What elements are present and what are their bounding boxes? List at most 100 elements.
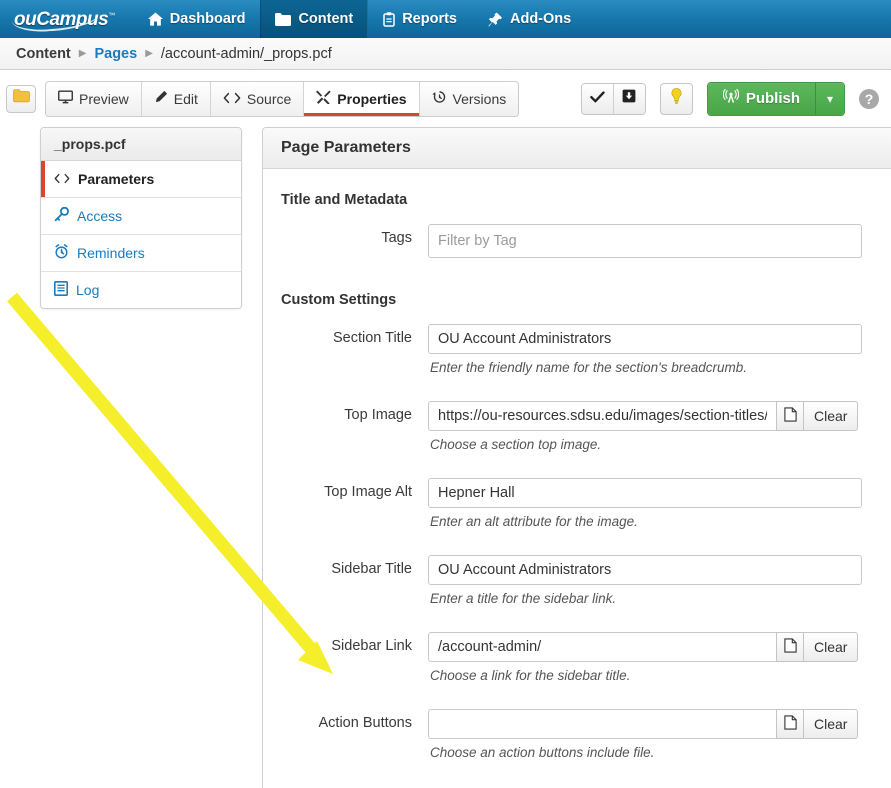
tags-input[interactable]: [428, 224, 862, 258]
page-title: Page Parameters: [263, 128, 891, 169]
clock-icon: [431, 90, 447, 107]
action-buttons-clear-button[interactable]: Clear: [804, 709, 859, 739]
approve-button[interactable]: [581, 83, 614, 114]
publish-button-group: Publish ▾: [706, 81, 845, 116]
field-label-top-image: Top Image: [344, 407, 412, 423]
save-button[interactable]: [613, 83, 645, 114]
monitor-icon: [58, 90, 73, 107]
sidebar-link-input[interactable]: [428, 632, 776, 662]
sidebar-item-access[interactable]: Access: [41, 198, 241, 235]
field-section-title: Section Title Enter the friendly name fo…: [263, 324, 891, 375]
sidebar-title: _props.pcf: [41, 128, 241, 161]
logo-prefix: ou: [14, 8, 37, 30]
nav-item-reports-label: Reports: [402, 11, 457, 27]
alarm-clock-icon: [54, 244, 69, 262]
toolbar-actions: Publish ▾ ?: [580, 81, 891, 116]
field-action-buttons: Action Buttons Clear Choose an action bu…: [263, 709, 891, 760]
breadcrumb-separator-icon: ▶: [145, 47, 153, 59]
page-icon: [783, 407, 797, 425]
top-image-clear-button[interactable]: Clear: [804, 401, 859, 431]
help-button[interactable]: ?: [859, 88, 879, 109]
breadcrumb-item-content[interactable]: Content: [16, 46, 71, 62]
properties-sidebar: _props.pcf Parameters Access Reminders L…: [40, 127, 242, 309]
lightbulb-icon: [670, 87, 683, 110]
broadcast-icon: [722, 88, 740, 108]
field-help-section-title: Enter the friendly name for the section'…: [430, 360, 747, 375]
field-sidebar-link: Sidebar Link Clear: [263, 632, 891, 683]
field-label-tags: Tags: [381, 230, 412, 246]
pin-icon: [487, 12, 503, 27]
publish-dropdown-button[interactable]: ▾: [816, 82, 844, 115]
field-top-image: Top Image Clear C: [263, 401, 891, 452]
key-icon: [54, 206, 69, 225]
top-image-input[interactable]: [428, 401, 776, 431]
sidebar-link-browse-button[interactable]: [776, 632, 804, 662]
panel-body: Title and Metadata Tags Custom Settings …: [263, 169, 891, 760]
tab-source[interactable]: Source: [210, 81, 305, 116]
sidebar-item-reminders-label: Reminders: [77, 245, 145, 261]
tab-properties[interactable]: Properties: [304, 81, 420, 116]
chevron-down-icon: ▾: [826, 91, 834, 106]
publish-button-label: Publish: [745, 90, 800, 107]
save-actions-group: [580, 82, 646, 115]
hints-button[interactable]: [659, 82, 693, 115]
page-mode-tabs: Preview Edit Source Properties Versions: [45, 80, 520, 117]
section-heading-custom-settings: Custom Settings: [281, 292, 397, 308]
clipboard-icon: [383, 11, 395, 27]
logo-text: Campus: [36, 8, 109, 30]
field-sidebar-title: Sidebar Title Enter a title for the side…: [263, 555, 891, 606]
home-icon: [147, 12, 163, 26]
section-title-input[interactable]: [428, 324, 862, 354]
nav-item-reports[interactable]: Reports: [368, 0, 472, 38]
oucampus-logo[interactable]: ouCampus™: [0, 0, 133, 38]
tools-icon: [316, 90, 331, 107]
nav-item-add-ons-label: Add-Ons: [510, 11, 572, 27]
sidebar-item-access-label: Access: [77, 208, 123, 224]
folder-button[interactable]: [6, 84, 36, 113]
pencil-icon: [154, 90, 168, 107]
nav-item-content[interactable]: Content: [260, 0, 369, 38]
tab-edit[interactable]: Edit: [141, 81, 211, 116]
top-image-browse-button[interactable]: [776, 401, 804, 431]
field-top-image-alt: Top Image Alt Enter an alt attribute for…: [263, 478, 891, 529]
checkmark-icon: [590, 90, 605, 108]
sidebar-item-reminders[interactable]: Reminders: [41, 235, 241, 272]
tab-versions-label: Versions: [452, 90, 507, 107]
field-label-top-image-alt: Top Image Alt: [324, 484, 412, 500]
section-heading-title-metadata: Title and Metadata: [281, 192, 408, 208]
action-buttons-input[interactable]: [428, 709, 776, 739]
publish-button[interactable]: Publish: [707, 82, 816, 115]
nav-item-dashboard[interactable]: Dashboard: [133, 0, 261, 38]
tab-properties-label: Properties: [337, 90, 407, 107]
tab-versions[interactable]: Versions: [419, 81, 519, 116]
field-help-sidebar-title: Enter a title for the sidebar link.: [430, 591, 617, 606]
code-icon: [223, 91, 241, 107]
breadcrumb-item-pages[interactable]: Pages: [94, 46, 137, 62]
action-buttons-browse-button[interactable]: [776, 709, 804, 739]
field-help-sidebar-link: Choose a link for the sidebar title.: [430, 668, 631, 683]
nav-item-dashboard-label: Dashboard: [169, 11, 246, 27]
tab-source-label: Source: [246, 90, 292, 107]
breadcrumb-item-current: /account-admin/_props.pcf: [160, 45, 332, 62]
sidebar-title-input[interactable]: [428, 555, 862, 585]
app-window: ouCampus™ Dashboard Content Reports Add-…: [0, 0, 891, 788]
sidebar-item-log[interactable]: Log: [41, 272, 241, 308]
tab-preview[interactable]: Preview: [46, 81, 142, 116]
code-icon: [54, 171, 70, 187]
tab-preview-label: Preview: [79, 90, 129, 107]
workspace: _props.pcf Parameters Access Reminders L…: [0, 127, 891, 788]
folder-icon: [275, 12, 292, 26]
field-label-section-title: Section Title: [333, 330, 412, 346]
page-icon: [783, 715, 797, 733]
field-help-top-image: Choose a section top image.: [430, 437, 602, 452]
sidebar-item-parameters[interactable]: Parameters: [41, 161, 241, 198]
sidebar-item-parameters-label: Parameters: [78, 171, 155, 187]
top-image-alt-input[interactable]: [428, 478, 862, 508]
field-help-action-buttons: Choose an action buttons include file.: [430, 745, 655, 760]
page-parameters-panel: Page Parameters Title and Metadata Tags …: [262, 127, 891, 788]
nav-item-add-ons[interactable]: Add-Ons: [472, 0, 586, 38]
nav-item-content-label: Content: [298, 11, 354, 27]
top-navigation-bar: ouCampus™ Dashboard Content Reports Add-…: [0, 0, 891, 38]
field-label-action-buttons: Action Buttons: [318, 715, 413, 731]
sidebar-link-clear-button[interactable]: Clear: [804, 632, 859, 662]
